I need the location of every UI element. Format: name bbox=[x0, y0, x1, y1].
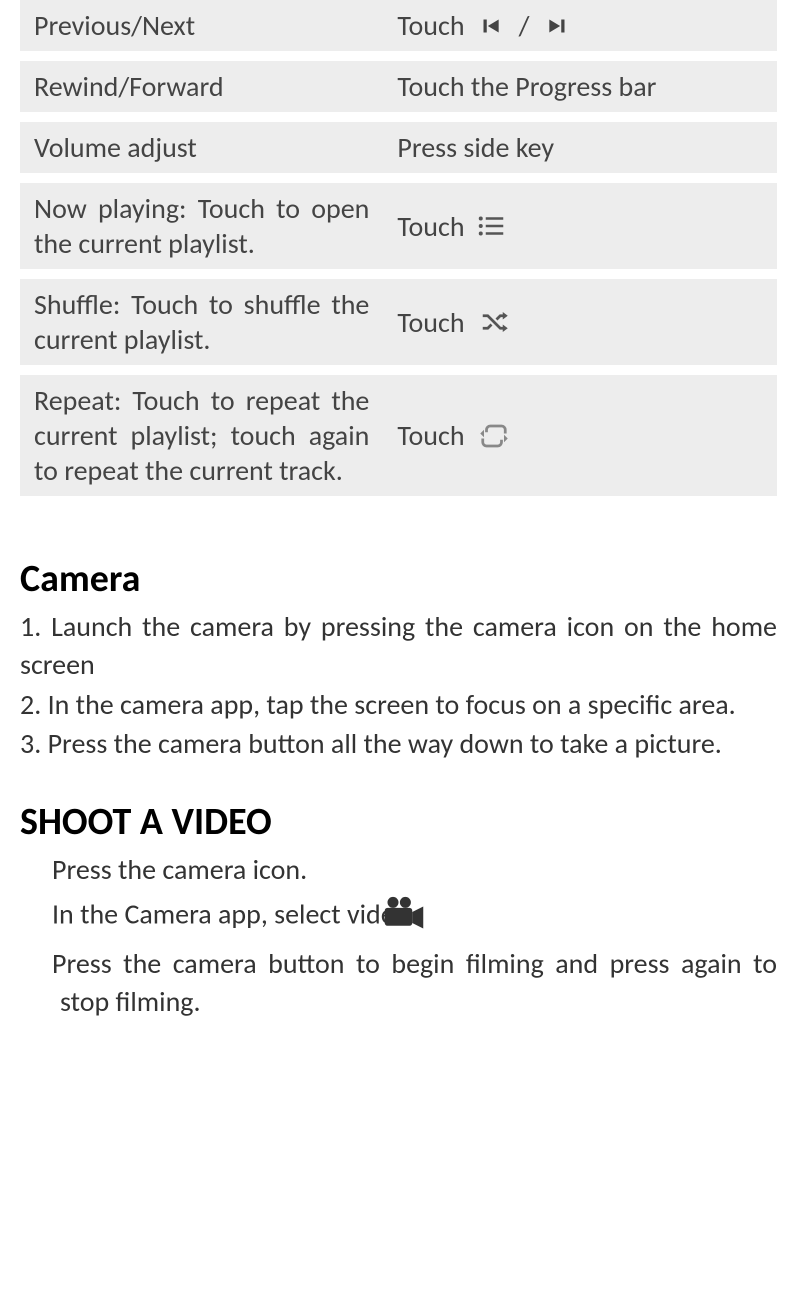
camera-heading: Camera bbox=[20, 556, 777, 602]
step-text: In the Camera app, select video bbox=[52, 897, 409, 932]
table-row: Volume adjust Press side key bbox=[20, 122, 777, 173]
video-steps: 1.Press the camera icon. 2.In the Camera… bbox=[20, 851, 777, 1020]
row-label: Rewind/Forward bbox=[20, 61, 383, 112]
step-number: 2. bbox=[20, 896, 52, 934]
video-step: 1.Press the camera icon. bbox=[20, 851, 777, 889]
table-row: Rewind/Forward Touch the Progress bar bbox=[20, 61, 777, 112]
step-text: Press the camera icon. bbox=[52, 852, 307, 887]
shoot-video-heading: SHOOT A VIDEO bbox=[20, 799, 777, 845]
shuffle-icon bbox=[477, 307, 511, 337]
video-step: 3.Press the camera button to begin filmi… bbox=[20, 945, 777, 1021]
camera-step: 2. In the camera app, tap the screen to … bbox=[20, 686, 777, 724]
table-row: Repeat: Touch to repeat the current play… bbox=[20, 375, 777, 496]
step-text: Press the camera button to begin filming… bbox=[52, 946, 777, 1019]
skip-next-icon bbox=[545, 13, 571, 39]
row-value: Touch bbox=[383, 375, 777, 496]
step-number: 1. bbox=[20, 851, 52, 889]
camera-step: 1. Launch the camera by pressing the cam… bbox=[20, 608, 777, 684]
controls-table: Previous/Next Touch / Rewind/Forward Tou… bbox=[20, 0, 777, 496]
skip-prev-icon bbox=[477, 13, 503, 39]
row-value: Press side key bbox=[383, 122, 777, 173]
step-number: 3. bbox=[20, 945, 52, 983]
row-label: Now playing: Touch to open the current p… bbox=[20, 183, 383, 269]
touch-label: Touch bbox=[397, 209, 464, 244]
video-camera-icon bbox=[422, 895, 426, 939]
row-label: Previous/Next bbox=[20, 0, 383, 51]
playlist-icon bbox=[477, 213, 507, 239]
row-value: Touch the Progress bar bbox=[383, 61, 777, 112]
row-label: Repeat: Touch to repeat the current play… bbox=[20, 375, 383, 496]
row-value: Touch / bbox=[383, 0, 777, 51]
row-value: Touch bbox=[383, 279, 777, 365]
video-step: 2.In the Camera app, select video bbox=[20, 895, 777, 939]
row-label: Volume adjust bbox=[20, 122, 383, 173]
touch-label: Touch bbox=[397, 305, 464, 340]
table-row: Shuffle: Touch to shuffle the current pl… bbox=[20, 279, 777, 365]
separator: / bbox=[515, 8, 534, 43]
row-value: Touch bbox=[383, 183, 777, 269]
touch-label: Touch bbox=[397, 8, 464, 43]
repeat-icon bbox=[477, 421, 511, 451]
camera-step: 3. Press the camera button all the way d… bbox=[20, 725, 777, 763]
table-row: Previous/Next Touch / bbox=[20, 0, 777, 51]
camera-steps: 1. Launch the camera by pressing the cam… bbox=[20, 608, 777, 763]
row-label: Shuffle: Touch to shuffle the current pl… bbox=[20, 279, 383, 365]
touch-label: Touch bbox=[397, 418, 464, 453]
table-row: Now playing: Touch to open the current p… bbox=[20, 183, 777, 269]
